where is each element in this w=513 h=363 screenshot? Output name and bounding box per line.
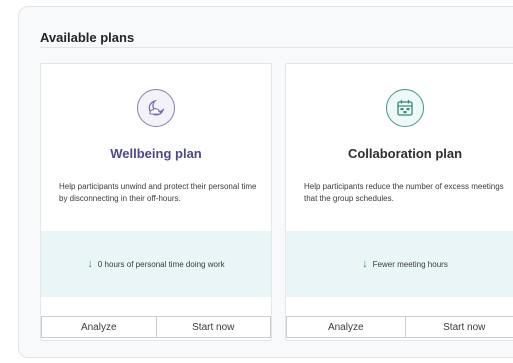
arrow-down-icon: ↓ (87, 258, 93, 270)
plan-card-collaboration: Collaboration plan Help participants red… (285, 63, 513, 341)
action-row: Analyze Start now (286, 316, 513, 338)
moon-cloud-icon (137, 89, 175, 127)
plan-title: Wellbeing plan (110, 146, 202, 161)
arrow-down-icon: ↓ (362, 258, 368, 270)
plan-title: Collaboration plan (347, 146, 463, 161)
analyze-button[interactable]: Analyze (286, 316, 406, 338)
plan-description: Help participants reduce the number of e… (304, 182, 504, 203)
divider (40, 47, 513, 48)
action-row: Analyze Start now (41, 316, 271, 338)
calendar-grid-icon (386, 89, 424, 127)
section-title: Available plans (40, 30, 135, 45)
analyze-button[interactable]: Analyze (41, 316, 157, 338)
metric-text: Fewer meeting hours (372, 259, 448, 269)
start-now-button[interactable]: Start now (156, 316, 271, 338)
plan-metric: ↓ 0 hours of personal time doing work (41, 231, 271, 297)
plan-card-wellbeing: Wellbeing plan Help participants unwind … (40, 63, 272, 341)
plan-metric: ↓ Fewer meeting hours (286, 231, 513, 297)
start-now-button[interactable]: Start now (405, 316, 513, 338)
plan-description: Help participants unwind and protect the… (59, 182, 257, 203)
metric-text: 0 hours of personal time doing work (97, 259, 225, 269)
